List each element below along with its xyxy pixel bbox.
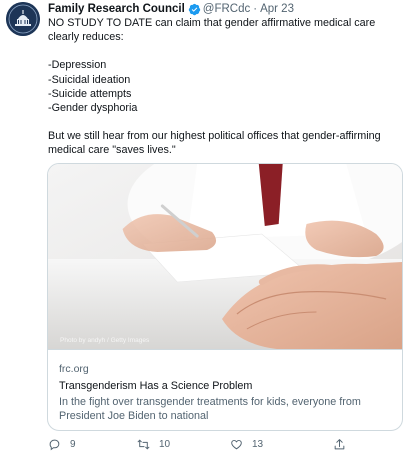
author-name[interactable]: Family Research Council (48, 3, 185, 15)
action-bar: 9 10 13 (48, 436, 378, 452)
retweet-button[interactable]: 10 (137, 438, 170, 451)
retweet-count: 10 (159, 438, 171, 450)
hands-on-desk-photo (48, 164, 402, 349)
reply-count: 9 (70, 438, 76, 450)
verified-badge-icon (188, 3, 200, 15)
like-button[interactable]: 13 (230, 438, 263, 451)
tweet-date[interactable]: Apr 23 (260, 3, 294, 15)
reply-button[interactable]: 9 (48, 438, 76, 451)
capitol-dome-seal-icon (6, 2, 40, 36)
image-credit: Photo by andyh / Getty Images (60, 337, 150, 344)
share-button[interactable] (333, 438, 346, 451)
author-handle[interactable]: @FRCdc (203, 3, 250, 15)
tweet-line: -Suicide attempts (48, 87, 132, 100)
separator-dot: · (253, 3, 258, 15)
card-image[interactable]: Photo by andyh / Getty Images (48, 164, 402, 349)
card-title[interactable]: Transgenderism Has a Science Problem (59, 379, 391, 393)
avatar[interactable] (6, 2, 40, 36)
tweet-header: Family Research Council @FRCdc · Apr 23 (48, 1, 404, 17)
retweet-icon (137, 439, 150, 449)
tweet-line: But we still hear from our highest polit… (48, 130, 381, 157)
tweet-line: -Suicidal ideation (48, 73, 131, 86)
tweet-line: -Gender dysphoria (48, 102, 138, 115)
tweet-text: NO STUDY TO DATE can claim that gender a… (48, 16, 404, 158)
like-icon (231, 439, 242, 449)
link-card[interactable]: Photo by andyh / Getty Images frc.org Tr… (47, 163, 403, 431)
card-body[interactable]: frc.org Transgenderism Has a Science Pro… (48, 349, 402, 423)
reply-icon (49, 439, 60, 450)
like-count: 13 (252, 438, 264, 450)
tweet-line: -Depression (48, 59, 107, 72)
tweet-line: NO STUDY TO DATE can claim that gender a… (48, 17, 376, 44)
card-description: In the fight over transgender treatments… (59, 396, 361, 422)
share-icon (334, 438, 345, 449)
card-domain: frc.org (59, 363, 89, 375)
